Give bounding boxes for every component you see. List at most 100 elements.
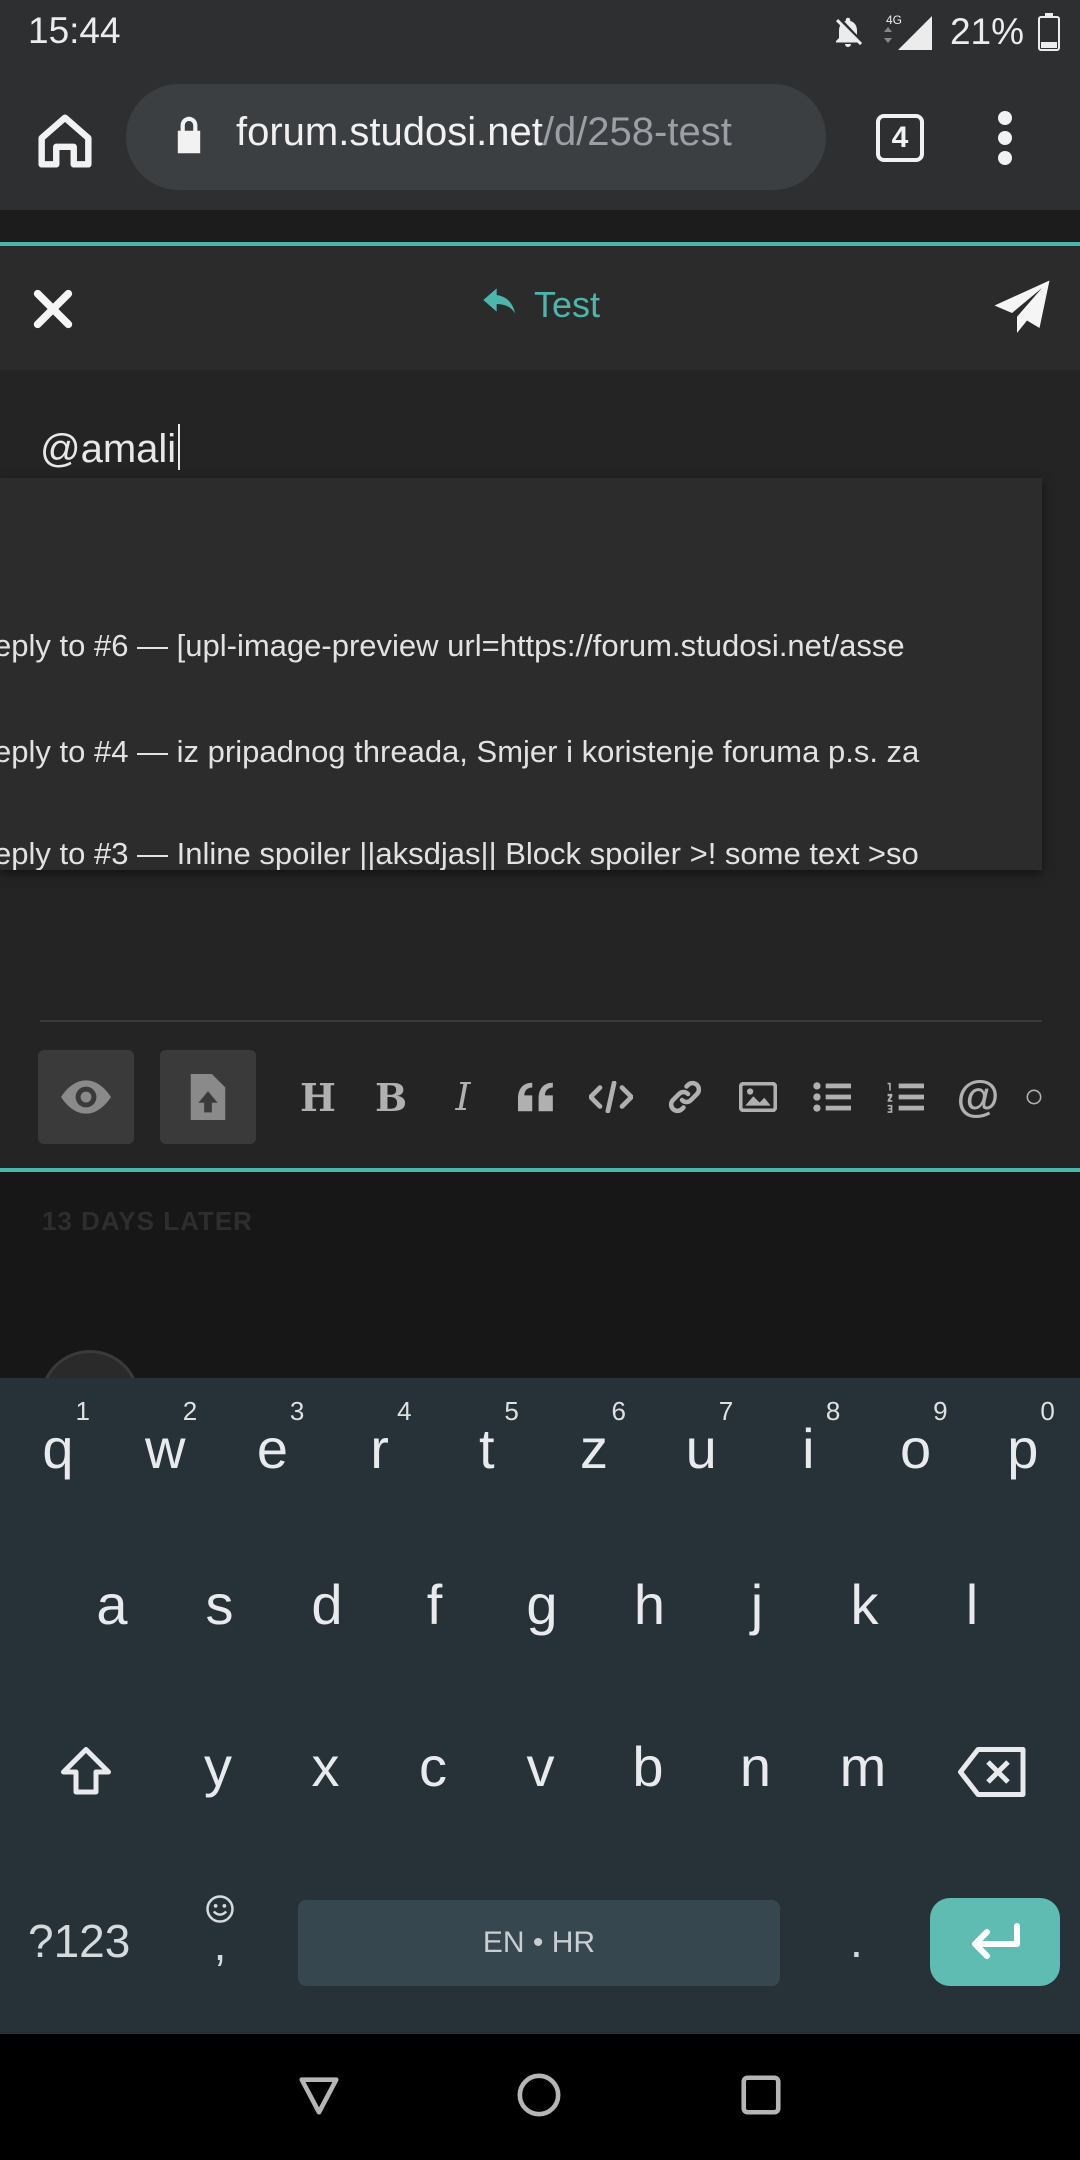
image-icon[interactable] [733, 1072, 783, 1122]
key-label: z [580, 1417, 608, 1480]
key-b[interactable]: b [598, 1704, 698, 1854]
key-e[interactable]: 3e [222, 1378, 322, 1528]
key-f[interactable]: f [385, 1542, 485, 1692]
reply-composer: Test @amali eply to #6 — [upl-image-prev… [0, 242, 1080, 1172]
mention-icon[interactable]: @ [953, 1072, 1003, 1122]
tab-switcher-button[interactable]: 4 [876, 114, 924, 162]
url-text: forum.studosi.net/d/258-test [236, 110, 732, 155]
key-u[interactable]: 7u [651, 1378, 751, 1528]
editor-input[interactable]: @amali [40, 424, 181, 472]
code-icon[interactable] [586, 1072, 636, 1122]
home-icon[interactable] [30, 106, 100, 176]
battery-level: 21% [949, 11, 1024, 52]
reply-title-label: Test [533, 284, 601, 325]
numbered-list-icon[interactable] [880, 1072, 930, 1122]
key-o[interactable]: 9o [866, 1378, 966, 1528]
space-key[interactable]: EN • HR [298, 1900, 780, 1986]
reply-title[interactable]: Test [0, 284, 1080, 326]
key-l[interactable]: l [922, 1542, 1022, 1692]
time-gap-divider: 13 DAYS LATER [42, 1206, 253, 1236]
bold-icon[interactable]: B [366, 1072, 416, 1122]
system-navigation-bar [0, 2034, 1080, 2160]
key-q[interactable]: 1q [8, 1378, 108, 1528]
key-z[interactable]: 6z [544, 1378, 644, 1528]
key-label: c [419, 1735, 447, 1798]
status-bar: 15:44 4G 21% [0, 0, 1080, 64]
symbols-key[interactable]: ?123 [28, 1914, 130, 1968]
key-label: i [802, 1417, 815, 1480]
key-n[interactable]: n [706, 1704, 806, 1854]
key-label: f [426, 1573, 443, 1636]
emoji-comma-key[interactable]: , [200, 1894, 240, 1970]
recents-icon[interactable] [738, 2072, 784, 2118]
url-domain: forum.studosi.net [236, 110, 543, 154]
key-w[interactable]: 2w [115, 1378, 215, 1528]
text-caret [178, 424, 181, 470]
quote-icon[interactable] [512, 1072, 562, 1122]
composer-header: Test [0, 246, 1080, 370]
key-label: x [311, 1735, 340, 1798]
url-path: /d/258-test [542, 110, 732, 154]
key-t[interactable]: 5t [437, 1378, 537, 1528]
key-label: p [1007, 1417, 1039, 1480]
suggestion-item[interactable]: eply to #6 — [upl-image-preview url=http… [0, 628, 1004, 664]
italic-icon[interactable]: I [438, 1072, 488, 1122]
key-x[interactable]: x [276, 1704, 376, 1854]
key-label: l [965, 1573, 979, 1636]
key-r[interactable]: 4r [330, 1378, 430, 1528]
backspace-key[interactable] [944, 1692, 1044, 1842]
key-label: t [479, 1417, 495, 1480]
address-bar[interactable]: forum.studosi.net/d/258-test [126, 84, 826, 190]
bullet-list-icon[interactable] [807, 1072, 857, 1122]
file-upload-icon [190, 1074, 226, 1120]
eye-icon [61, 1080, 111, 1114]
signal-icon: 4G [883, 13, 932, 50]
key-j[interactable]: j [707, 1542, 807, 1692]
mention-suggestions-dropdown: eply to #6 — [upl-image-preview url=http… [0, 478, 1042, 870]
preview-button[interactable] [38, 1050, 134, 1144]
browser-toolbar: forum.studosi.net/d/258-test 4 [0, 64, 1080, 210]
comma-label: , [213, 1918, 227, 1970]
editor-toolbar: H B I @ [0, 1050, 1080, 1150]
link-icon[interactable] [660, 1072, 710, 1122]
key-label: e [256, 1417, 288, 1480]
key-k[interactable]: k [815, 1542, 915, 1692]
home-nav-icon[interactable] [516, 2072, 562, 2118]
suggestion-item[interactable]: eply to #4 — iz pripadnog threada, Smjer… [0, 734, 1004, 770]
key-c[interactable]: c [383, 1704, 483, 1854]
back-icon[interactable] [296, 2072, 342, 2118]
battery-icon [1038, 13, 1060, 51]
on-screen-keyboard: 1q2w3e4r5t6z7u8i9o0p a s d f g h j k l y x c v b n m ?… [0, 1378, 1080, 2034]
key-label: r [370, 1417, 389, 1480]
key-h[interactable]: h [600, 1542, 700, 1692]
shift-key[interactable] [34, 1692, 134, 1842]
key-label: a [96, 1573, 128, 1636]
key-label: v [526, 1735, 555, 1798]
emoji-icon[interactable] [1026, 1072, 1042, 1122]
key-label: s [205, 1573, 234, 1636]
reply-icon [483, 288, 515, 314]
status-time: 15:44 [28, 10, 121, 51]
key-g[interactable]: g [492, 1542, 592, 1692]
key-label: u [685, 1417, 717, 1480]
key-s[interactable]: s [170, 1542, 270, 1692]
key-v[interactable]: v [491, 1704, 591, 1854]
key-label: q [42, 1417, 74, 1480]
upload-button[interactable] [160, 1050, 256, 1144]
more-options-icon[interactable] [990, 108, 1020, 168]
key-label: o [900, 1417, 932, 1480]
suggestion-item[interactable]: eply to #3 — Inline spoiler ||aksdjas|| … [0, 836, 1004, 870]
key-p[interactable]: 0p [973, 1378, 1073, 1528]
key-label: d [311, 1573, 343, 1636]
heading-icon[interactable]: H [293, 1072, 343, 1122]
period-key[interactable]: . [850, 1914, 863, 1968]
key-y[interactable]: y [168, 1704, 268, 1854]
key-d[interactable]: d [277, 1542, 377, 1692]
editor-input-text: @amali [40, 427, 177, 471]
key-label: k [850, 1573, 879, 1636]
key-i[interactable]: 8i [758, 1378, 858, 1528]
key-m[interactable]: m [813, 1704, 913, 1854]
enter-key[interactable] [930, 1898, 1060, 1986]
send-icon[interactable] [992, 278, 1052, 338]
key-a[interactable]: a [62, 1542, 162, 1692]
